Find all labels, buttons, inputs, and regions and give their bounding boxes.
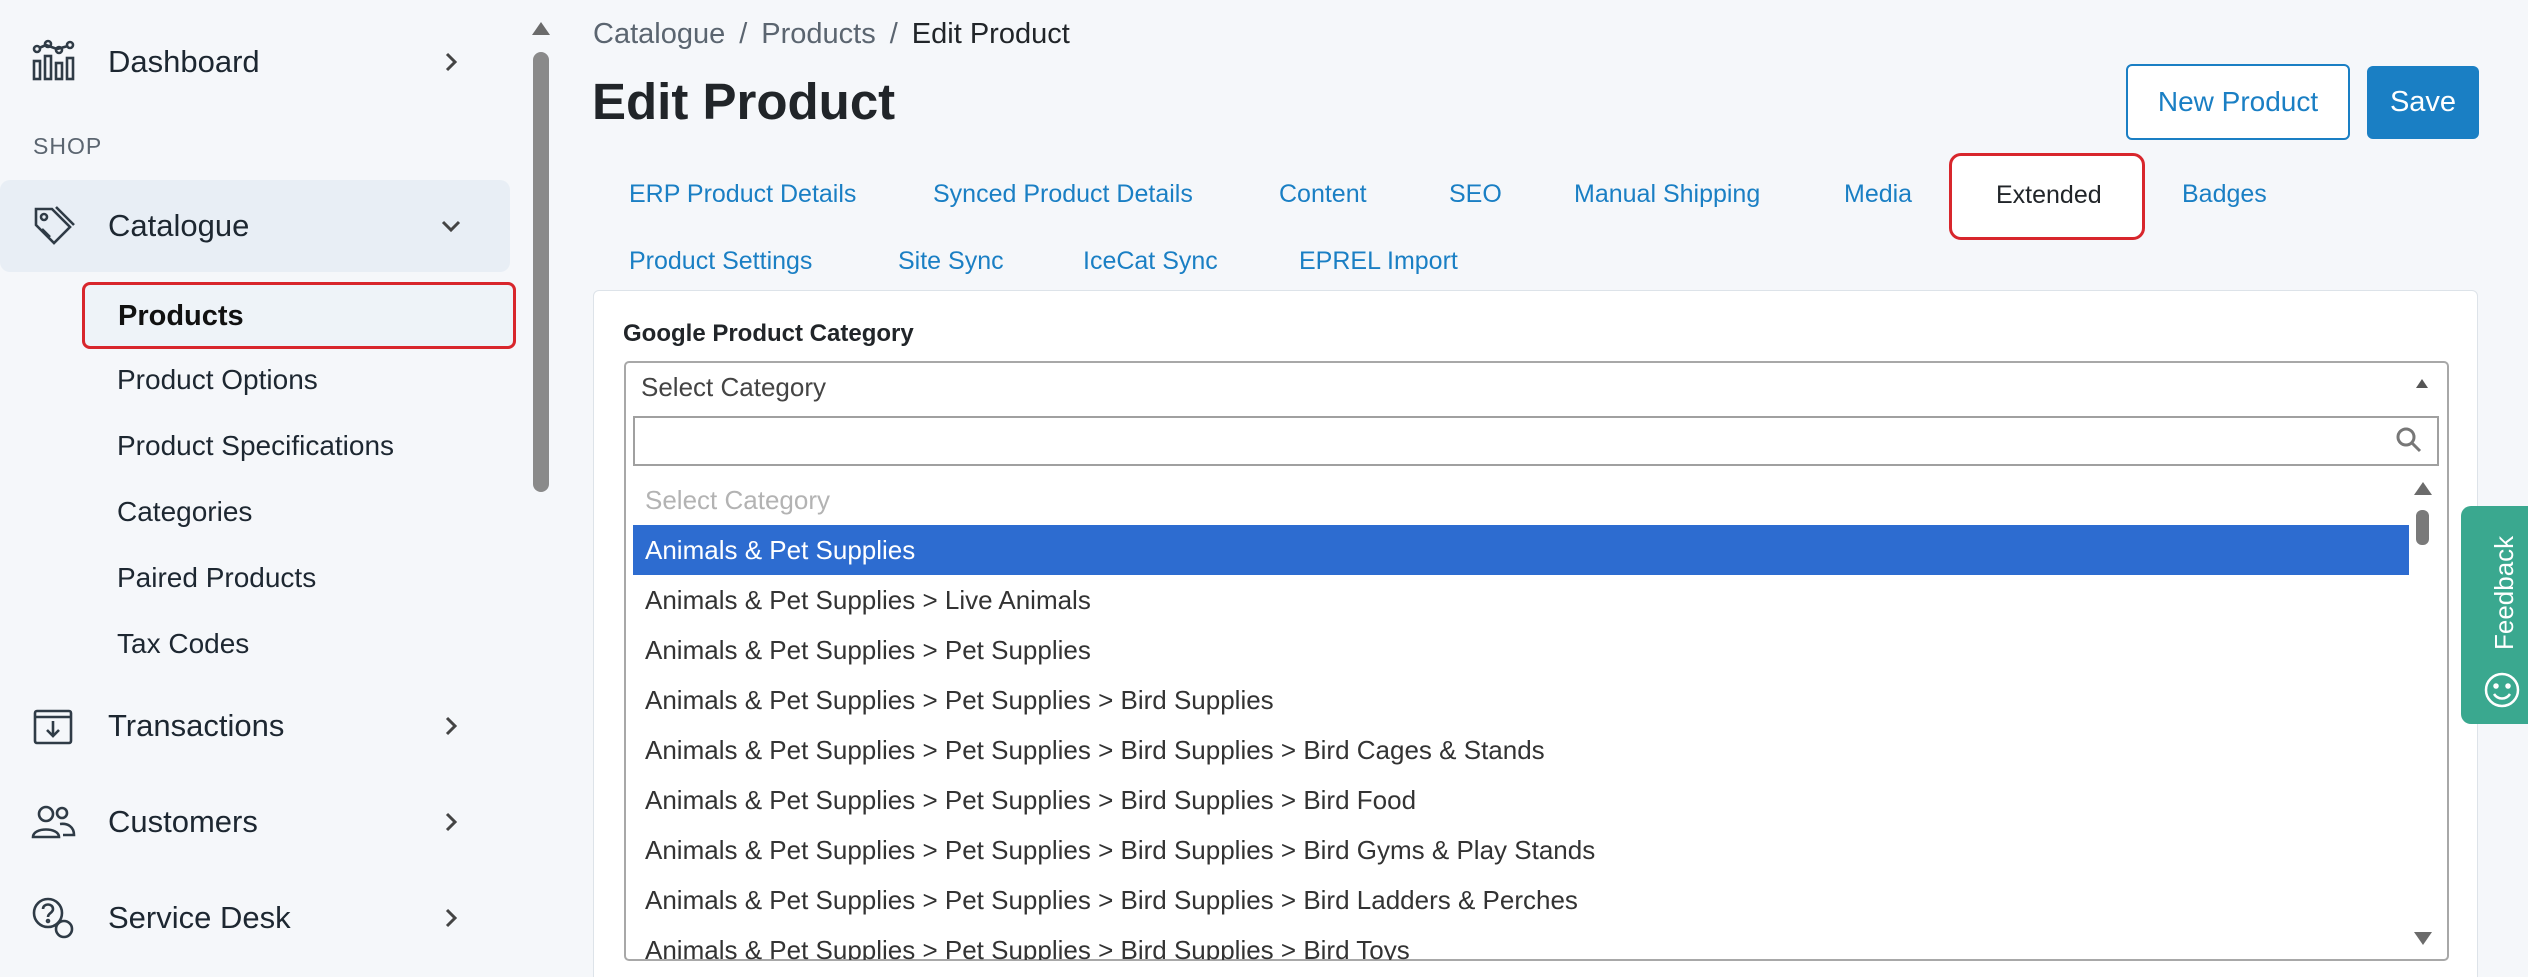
- chevron-right-icon: [445, 812, 458, 832]
- sidebar-item-products[interactable]: Products: [82, 282, 516, 349]
- list-scrollbar-thumb[interactable]: [2416, 510, 2429, 545]
- tab-media[interactable]: Media: [1844, 180, 1912, 209]
- sidebar-item-product-specifications[interactable]: Product Specifications: [117, 430, 394, 462]
- list-item[interactable]: Animals & Pet Supplies > Live Animals: [633, 575, 2409, 625]
- list-item[interactable]: Animals & Pet Supplies > Pet Supplies > …: [633, 825, 2409, 875]
- list-item[interactable]: Animals & Pet Supplies > Pet Supplies: [633, 625, 2409, 675]
- list-scroll-down-icon[interactable]: [2414, 932, 2432, 945]
- search-icon: [2396, 427, 2422, 453]
- sidebar-item-product-options[interactable]: Product Options: [117, 364, 318, 396]
- tag-icon: [34, 206, 75, 245]
- sidebar-item-paired-products[interactable]: Paired Products: [117, 562, 316, 594]
- scroll-up-arrow-icon[interactable]: [532, 22, 550, 35]
- field-label: Google Product Category: [623, 320, 914, 347]
- sidebar-item-label: Products: [118, 300, 244, 332]
- list-item[interactable]: Animals & Pet Supplies > Pet Supplies > …: [633, 925, 2409, 960]
- tab-icecat-sync[interactable]: IceCat Sync: [1083, 247, 1218, 276]
- caret-up-icon[interactable]: [2416, 379, 2428, 388]
- select-value[interactable]: Select Category: [641, 372, 826, 403]
- breadcrumb-current: Edit Product: [911, 18, 1070, 50]
- nav-label: Catalogue: [108, 208, 250, 243]
- tab-seo[interactable]: SEO: [1449, 180, 1502, 209]
- list-item[interactable]: Animals & Pet Supplies > Pet Supplies > …: [633, 725, 2409, 775]
- chevron-right-icon: [445, 908, 458, 928]
- sidebar-item-tax-codes[interactable]: Tax Codes: [117, 628, 249, 660]
- tab-eprel-import[interactable]: EPREL Import: [1299, 247, 1458, 276]
- nav-label: Dashboard: [108, 44, 260, 79]
- nav-label: Customers: [108, 804, 258, 839]
- tab-manual-shipping[interactable]: Manual Shipping: [1574, 180, 1760, 209]
- category-search-input[interactable]: [633, 416, 2439, 466]
- category-option-list: Select Category Animals & Pet Supplies A…: [633, 475, 2409, 960]
- tab-extended[interactable]: Extended: [1949, 153, 2145, 240]
- feedback-label: Feedback: [2489, 535, 2519, 650]
- breadcrumb: Catalogue / Products / Edit Product: [593, 18, 1070, 50]
- save-button[interactable]: Save: [2367, 66, 2479, 139]
- new-product-button[interactable]: New Product: [2126, 64, 2350, 140]
- chevron-right-icon: [445, 52, 458, 72]
- nav-transactions[interactable]: Transactions: [0, 680, 510, 772]
- list-item[interactable]: Animals & Pet Supplies > Pet Supplies > …: [633, 675, 2409, 725]
- tab-site-sync[interactable]: Site Sync: [898, 247, 1004, 276]
- tab-content[interactable]: Content: [1279, 180, 1367, 209]
- list-item[interactable]: Animals & Pet Supplies: [633, 525, 2409, 575]
- nav-dashboard[interactable]: Dashboard: [0, 16, 510, 108]
- tab-badges[interactable]: Badges: [2182, 180, 2267, 209]
- users-icon: [31, 805, 76, 839]
- list-item[interactable]: Animals & Pet Supplies > Pet Supplies > …: [633, 775, 2409, 825]
- sidebar-item-categories[interactable]: Categories: [117, 496, 252, 528]
- section-label-shop: SHOP: [33, 133, 103, 159]
- smile-icon: [2484, 672, 2520, 708]
- tab-erp-product-details[interactable]: ERP Product Details: [629, 180, 856, 209]
- box-download-icon: [33, 709, 73, 745]
- help-chat-icon: [32, 897, 74, 939]
- nav-label: Transactions: [108, 708, 285, 743]
- tab-label: Extended: [1996, 181, 2102, 209]
- chevron-down-icon: [441, 220, 461, 233]
- tab-product-settings[interactable]: Product Settings: [629, 247, 812, 276]
- dashboard-chart-icon: [32, 39, 75, 81]
- page-title: Edit Product: [592, 73, 896, 130]
- sidebar-scrollbar[interactable]: [525, 14, 557, 977]
- breadcrumb-products[interactable]: Products: [761, 18, 875, 50]
- list-scroll-up-icon[interactable]: [2414, 482, 2432, 495]
- tab-synced-product-details[interactable]: Synced Product Details: [933, 180, 1193, 209]
- breadcrumb-catalogue[interactable]: Catalogue: [593, 18, 725, 50]
- list-item: Select Category: [645, 485, 830, 515]
- nav-catalogue[interactable]: Catalogue: [0, 180, 510, 272]
- sidebar: Dashboard SHOP Catalogue Products Produc…: [0, 0, 530, 977]
- scrollbar-thumb[interactable]: [533, 52, 549, 492]
- nav-service-desk[interactable]: Service Desk: [0, 872, 510, 964]
- list-item[interactable]: Animals & Pet Supplies > Pet Supplies > …: [633, 875, 2409, 925]
- nav-label: Service Desk: [108, 900, 291, 935]
- nav-customers[interactable]: Customers: [0, 776, 510, 868]
- chevron-right-icon: [445, 716, 458, 736]
